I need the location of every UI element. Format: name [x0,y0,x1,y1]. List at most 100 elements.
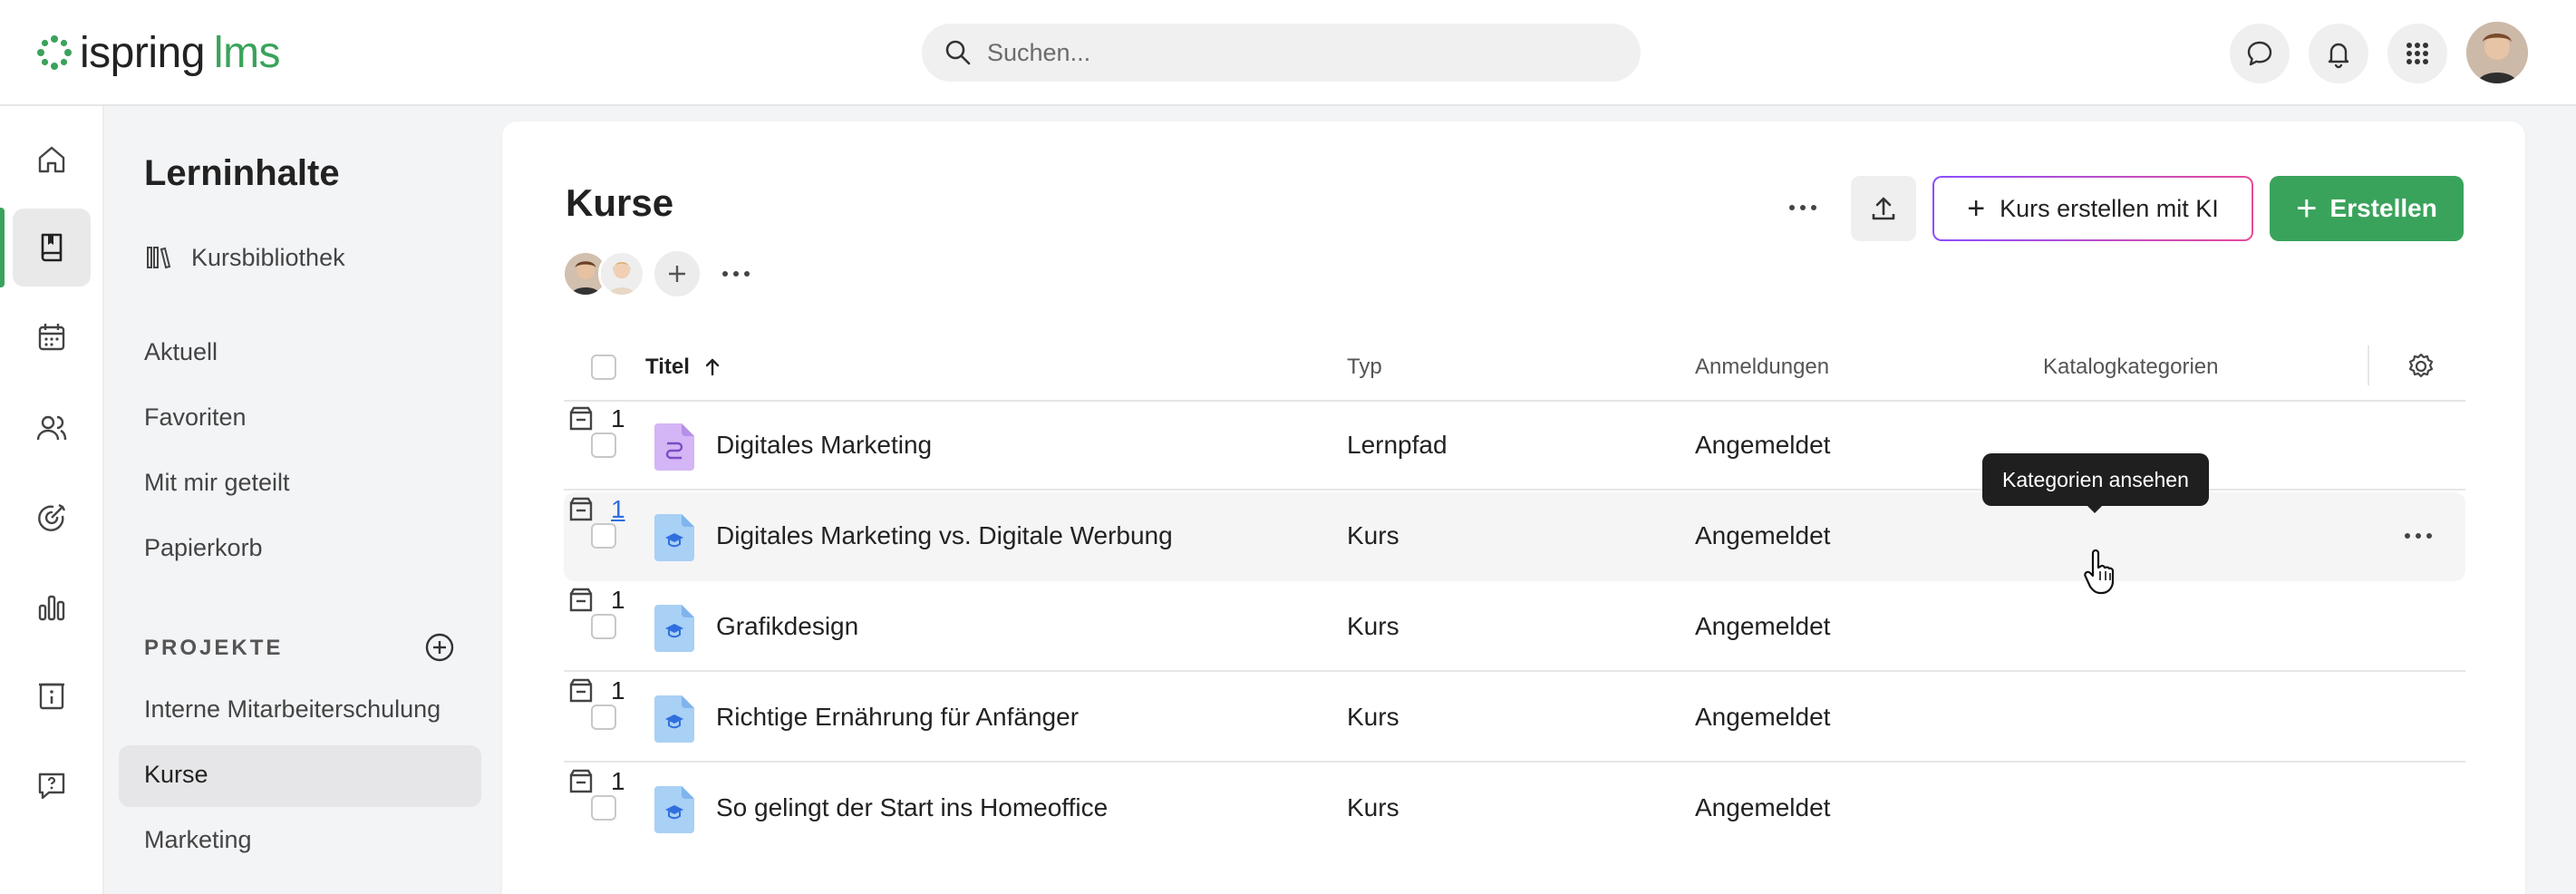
sidebar-item-library[interactable]: Kursbibliothek [144,242,345,273]
row-type: Kurs [1347,521,1399,549]
row-enrollment: Angemeldet [1695,521,1831,549]
add-member-button[interactable] [654,251,700,296]
row-title[interactable]: So gelingt der Start ins Homeoffice [716,793,1108,822]
column-categories[interactable]: Katalogkategorien [2043,355,2218,380]
row-checkbox[interactable] [591,523,616,549]
table-header: Titel Typ Anmeldungen Katalogkategorien [564,333,2465,402]
tooltip-arrow [2086,504,2104,513]
column-enrollment[interactable]: Anmeldungen [1695,355,1829,380]
categories-tooltip: Kategorien ansehen [1982,453,2209,506]
row-type: Kurs [1347,612,1399,640]
create-with-ai-button[interactable]: + Kurs erstellen mit KI [1932,176,2253,241]
logo-mark-icon [37,35,72,70]
create-button[interactable]: + Erstellen [2270,176,2464,241]
table-row[interactable]: So gelingt der Start ins Homeoffice Kurs… [564,764,2465,853]
column-separator [2368,345,2369,385]
row-title[interactable]: Digitales Marketing vs. Digitale Werbung [716,521,1173,550]
row-enrollment: Angemeldet [1695,612,1831,640]
row-categories-link[interactable]: 1 [611,495,625,524]
row-type: Kurs [1347,703,1399,731]
users-icon [36,415,67,441]
home-icon [38,146,65,173]
calendar-icon [38,324,65,351]
member-photo-icon [601,253,643,295]
logo-suffix: lms [213,28,281,77]
rail-content[interactable] [13,209,91,287]
logo-text: ispring [80,28,205,77]
row-categories-count: 1 [611,676,625,705]
app-logo[interactable]: ispring lms [36,24,281,82]
search-bar[interactable] [922,24,1641,82]
row-title[interactable]: Grafikdesign [716,612,858,641]
plus-icon [669,266,685,282]
row-categories-count: 1 [611,767,625,795]
project-item-marketing[interactable]: Marketing [144,826,252,854]
row-enrollment: Angemeldet [1695,431,1831,459]
user-avatar[interactable] [2466,22,2528,83]
project-item-internal-training[interactable]: Interne Mitarbeiterschulung [144,695,441,724]
apps-button[interactable] [2387,24,2447,83]
search-icon [945,40,971,65]
page-title: Kurse [566,181,674,224]
table-row[interactable]: Richtige Ernährung für Anfänger Kurs Ang… [564,674,2465,763]
members-more-icon[interactable] [718,265,754,283]
hand-cursor-icon [2084,549,2115,595]
row-checkbox[interactable] [591,795,616,821]
rail-calendar[interactable] [13,298,91,376]
course-icon [654,695,694,743]
search-input[interactable] [987,38,1531,67]
row-more-icon[interactable] [2402,527,2435,545]
upload-icon [1872,197,1895,220]
icon-rail [0,106,104,894]
user-photo-icon [2466,22,2528,83]
project-item-courses[interactable]: Kurse [144,761,208,789]
sidebar-item-current[interactable]: Aktuell [144,338,218,366]
course-icon [654,514,694,561]
create-button-label: Erstellen [2329,194,2437,222]
target-icon [38,503,66,531]
content-sidebar: Lerninhalte Kursbibliothek Aktuell Favor… [104,106,494,894]
create-with-ai-label: Kurs erstellen mit KI [2000,194,2219,222]
row-title[interactable]: Digitales Marketing [716,431,932,460]
column-title[interactable]: Titel [645,355,724,380]
sidebar-item-library-label: Kursbibliothek [191,243,345,271]
select-all-checkbox[interactable] [591,355,616,380]
more-horizontal-icon [1789,205,1816,210]
catalog-icon [569,588,593,612]
member-avatar[interactable] [598,250,645,297]
chat-button[interactable] [2230,24,2290,83]
add-project-icon[interactable] [423,631,456,664]
upload-button[interactable] [1851,176,1916,241]
course-icon [654,605,694,652]
table-row[interactable]: Grafikdesign Kurs Angemeldet 1 [564,583,2465,672]
notifications-button[interactable] [2309,24,2368,83]
column-type[interactable]: Typ [1347,355,1382,380]
row-checkbox[interactable] [591,614,616,639]
rail-goals[interactable] [13,479,91,557]
row-checkbox[interactable] [591,705,616,730]
row-title[interactable]: Richtige Ernährung für Anfänger [716,703,1079,732]
apps-grid-icon [2407,43,2428,64]
rail-info[interactable] [13,656,91,734]
gear-icon[interactable] [2404,349,2438,384]
projects-heading: PROJEKTE [144,636,284,660]
rail-home[interactable] [13,121,91,199]
book-icon [41,233,63,262]
sort-ascending-icon [705,358,720,376]
more-actions-button[interactable] [1771,176,1835,239]
rail-active-indicator [0,208,5,287]
row-type: Kurs [1347,793,1399,821]
chat-icon [2247,41,2272,66]
sidebar-item-favorites[interactable]: Favoriten [144,403,247,432]
row-checkbox[interactable] [591,432,616,458]
rail-help[interactable] [13,746,91,824]
sidebar-item-shared[interactable]: Mit mir geteilt [144,469,290,497]
plus-icon: + [2296,188,2318,228]
rail-reports[interactable] [13,568,91,646]
learning-path-icon [654,423,694,471]
column-title-label: Titel [645,355,690,379]
top-bar: ispring lms [0,0,2576,106]
sidebar-item-trash[interactable]: Papierkorb [144,534,263,562]
catalog-icon [569,769,593,793]
rail-users[interactable] [13,389,91,467]
